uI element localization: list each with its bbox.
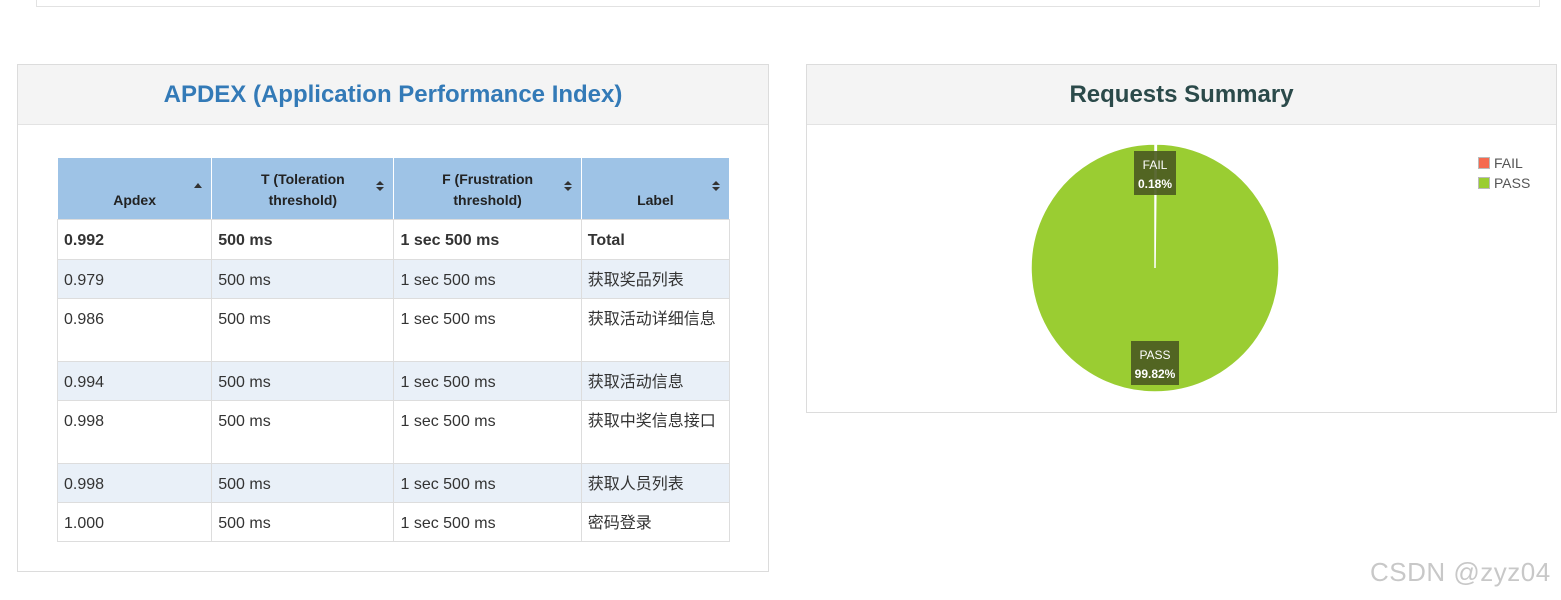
column-header-label: Label: [637, 192, 674, 208]
column-header-apdex[interactable]: Apdex: [56, 157, 213, 220]
cell-apdex: 1.000: [56, 502, 213, 542]
table-row: 1.000 500 ms 1 sec 500 ms 密码登录: [56, 502, 731, 542]
sort-both-icon: [711, 180, 721, 192]
cell-frustration: 1 sec 500 ms: [393, 400, 582, 464]
pie-label-value: 99.82%: [1135, 367, 1176, 381]
table-row: 0.994 500 ms 1 sec 500 ms 获取活动信息: [56, 361, 731, 401]
legend-item-fail[interactable]: FAIL: [1478, 153, 1530, 173]
pie-chart: FAIL 0.18% PASS 99.82%: [1030, 143, 1280, 393]
cell-frustration: 1 sec 500 ms: [393, 219, 582, 260]
requests-summary-header: Requests Summary: [807, 65, 1556, 125]
cell-apdex: 0.979: [56, 259, 213, 299]
cell-frustration: 1 sec 500 ms: [393, 361, 582, 401]
cell-apdex: 0.998: [56, 400, 213, 464]
column-header-toleration[interactable]: T (Toleration threshold): [211, 157, 395, 220]
cell-frustration: 1 sec 500 ms: [393, 259, 582, 299]
cell-frustration: 1 sec 500 ms: [393, 502, 582, 542]
table-row: 0.986 500 ms 1 sec 500 ms 获取活动详细信息: [56, 298, 731, 362]
pie-label-pass: PASS 99.82%: [1131, 341, 1179, 385]
apdex-title: APDEX (Application Performance Index): [163, 80, 623, 108]
cell-toleration: 500 ms: [211, 502, 395, 542]
apdex-panel: APDEX (Application Performance Index) Ap…: [17, 64, 769, 572]
cell-frustration: 1 sec 500 ms: [393, 298, 582, 362]
pie-label-name: PASS: [1139, 348, 1170, 362]
apdex-panel-header: APDEX (Application Performance Index): [18, 65, 768, 125]
cell-label: 获取人员列表: [580, 463, 731, 503]
legend-swatch-fail: [1478, 157, 1490, 169]
pie-label-name: FAIL: [1143, 158, 1168, 172]
column-header-label: T (Toleration threshold): [260, 171, 345, 208]
legend-label-fail: FAIL: [1494, 155, 1523, 171]
table-row: 0.979 500 ms 1 sec 500 ms 获取奖品列表: [56, 259, 731, 299]
cell-apdex: 0.986: [56, 298, 213, 362]
column-header-frustration[interactable]: F (Frustration threshold): [393, 157, 582, 220]
cell-toleration: 500 ms: [211, 219, 395, 260]
sort-both-icon: [563, 180, 573, 192]
table-row: 0.998 500 ms 1 sec 500 ms 获取中奖信息接口: [56, 400, 731, 464]
column-header-label: Apdex: [113, 192, 157, 208]
pie-label-fail: FAIL 0.18%: [1134, 151, 1176, 195]
sort-both-icon: [375, 180, 385, 192]
cell-frustration: 1 sec 500 ms: [393, 463, 582, 503]
table-row-total: 0.992 500 ms 1 sec 500 ms Total: [56, 219, 731, 260]
legend-item-pass[interactable]: PASS: [1478, 173, 1530, 193]
cell-label: 获取中奖信息接口: [580, 400, 731, 464]
pie-label-value: 0.18%: [1138, 177, 1172, 191]
requests-summary-panel: Requests Summary FAIL 0.18% PASS 99.82% FAI…: [806, 64, 1557, 413]
cell-toleration: 500 ms: [211, 463, 395, 503]
cell-label: 获取奖品列表: [580, 259, 731, 299]
top-panel-edge: [36, 0, 1540, 7]
chart-legend: FAIL PASS: [1478, 153, 1530, 193]
sort-asc-icon: [193, 180, 203, 192]
cell-toleration: 500 ms: [211, 298, 395, 362]
cell-apdex: 0.992: [56, 219, 213, 260]
column-header-label: F (Frustration threshold): [442, 171, 534, 208]
cell-apdex: 0.998: [56, 463, 213, 503]
pie-chart-container: FAIL 0.18% PASS 99.82%: [807, 125, 1556, 412]
table-row: 0.998 500 ms 1 sec 500 ms 获取人员列表: [56, 463, 731, 503]
watermark: CSDN @zyz04: [1370, 557, 1551, 587]
legend-label-pass: PASS: [1494, 175, 1531, 191]
apdex-table: Apdex T (Toleration threshold) F (Frustr…: [56, 157, 731, 542]
cell-label: 获取活动详细信息: [580, 298, 731, 362]
cell-toleration: 500 ms: [211, 400, 395, 464]
requests-summary-title: Requests Summary: [1069, 80, 1294, 108]
cell-label: Total: [580, 219, 731, 260]
apdex-table-header-row: Apdex T (Toleration threshold) F (Frustr…: [56, 157, 731, 220]
cell-apdex: 0.994: [56, 361, 213, 401]
cell-label: 获取活动信息: [580, 361, 731, 401]
legend-swatch-pass: [1478, 177, 1490, 189]
cell-label: 密码登录: [580, 502, 731, 542]
cell-toleration: 500 ms: [211, 361, 395, 401]
cell-toleration: 500 ms: [211, 259, 395, 299]
column-header-label[interactable]: Label: [580, 157, 731, 220]
